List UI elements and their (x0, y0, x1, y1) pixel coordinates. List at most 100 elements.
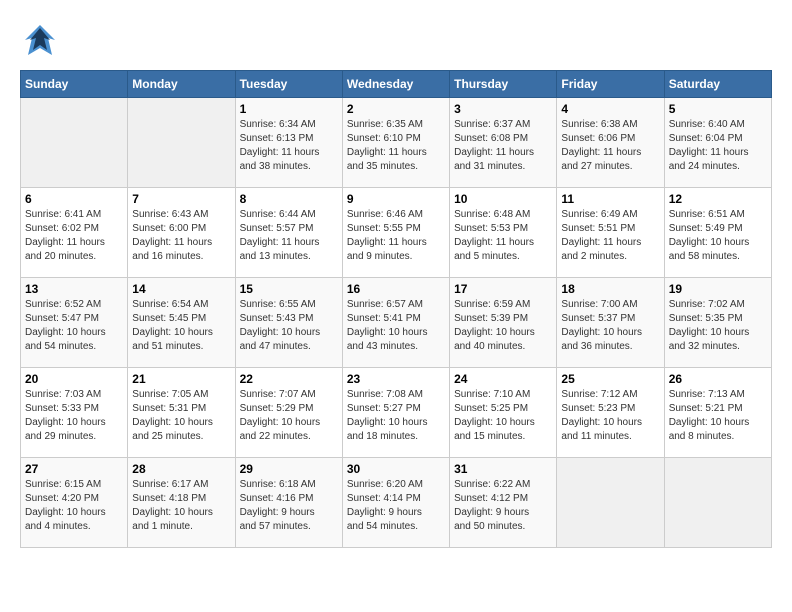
logo-icon (20, 20, 60, 60)
day-info: Sunrise: 6:38 AM Sunset: 6:06 PM Dayligh… (561, 118, 659, 174)
day-info: Sunrise: 7:10 AM Sunset: 5:25 PM Dayligh… (454, 388, 552, 444)
day-info: Sunrise: 6:59 AM Sunset: 5:39 PM Dayligh… (454, 298, 552, 354)
calendar-cell (21, 98, 128, 188)
day-number: 2 (347, 102, 445, 116)
day-number: 3 (454, 102, 552, 116)
calendar-cell: 11 Sunrise: 6:49 AM Sunset: 5:51 PM Dayli… (557, 188, 664, 278)
day-number: 21 (132, 372, 230, 386)
day-number: 19 (669, 282, 767, 296)
day-number: 22 (240, 372, 338, 386)
day-info: Sunrise: 6:48 AM Sunset: 5:53 PM Dayligh… (454, 208, 552, 264)
day-info: Sunrise: 6:15 AM Sunset: 4:20 PM Dayligh… (25, 478, 123, 534)
logo (20, 20, 62, 60)
day-number: 16 (347, 282, 445, 296)
day-info: Sunrise: 6:37 AM Sunset: 6:08 PM Dayligh… (454, 118, 552, 174)
day-info: Sunrise: 6:22 AM Sunset: 4:12 PM Dayligh… (454, 478, 552, 534)
day-info: Sunrise: 7:13 AM Sunset: 5:21 PM Dayligh… (669, 388, 767, 444)
calendar-cell: 23Sunrise: 7:08 AM Sunset: 5:27 PM Dayli… (342, 368, 449, 458)
calendar-cell: 15 Sunrise: 6:55 AM Sunset: 5:43 PM Dayli… (235, 278, 342, 368)
calendar-week-row: 27 Sunrise: 6:15 AM Sunset: 4:20 PM Dayli… (21, 458, 772, 548)
day-info: Sunrise: 6:46 AM Sunset: 5:55 PM Dayligh… (347, 208, 445, 264)
weekday-row: SundayMondayTuesdayWednesdayThursdayFrid… (21, 71, 772, 98)
day-number: 10 (454, 192, 552, 206)
calendar-body: 1Sunrise: 6:34 AM Sunset: 6:13 PM Daylig… (21, 98, 772, 548)
calendar-table: SundayMondayTuesdayWednesdayThursdayFrid… (20, 70, 772, 548)
day-info: Sunrise: 7:00 AM Sunset: 5:37 PM Dayligh… (561, 298, 659, 354)
calendar-week-row: 6 Sunrise: 6:41 AM Sunset: 6:02 PM Daylig… (21, 188, 772, 278)
calendar-cell (664, 458, 771, 548)
calendar-cell: 22 Sunrise: 7:07 AM Sunset: 5:29 PM Dayli… (235, 368, 342, 458)
calendar-header: SundayMondayTuesdayWednesdayThursdayFrid… (21, 71, 772, 98)
day-info: Sunrise: 6:51 AM Sunset: 5:49 PM Dayligh… (669, 208, 767, 264)
calendar-cell: 12 Sunrise: 6:51 AM Sunset: 5:49 PM Dayli… (664, 188, 771, 278)
calendar-cell: 10 Sunrise: 6:48 AM Sunset: 5:53 PM Dayli… (450, 188, 557, 278)
day-info: Sunrise: 6:44 AM Sunset: 5:57 PM Dayligh… (240, 208, 338, 264)
calendar-cell: 5Sunrise: 6:40 AM Sunset: 6:04 PM Daylig… (664, 98, 771, 188)
day-info: Sunrise: 6:43 AM Sunset: 6:00 PM Dayligh… (132, 208, 230, 264)
day-number: 6 (25, 192, 123, 206)
day-info: Sunrise: 6:17 AM Sunset: 4:18 PM Dayligh… (132, 478, 230, 534)
calendar-cell: 6 Sunrise: 6:41 AM Sunset: 6:02 PM Daylig… (21, 188, 128, 278)
day-number: 28 (132, 462, 230, 476)
calendar-cell: 29Sunrise: 6:18 AM Sunset: 4:16 PM Dayli… (235, 458, 342, 548)
calendar-cell: 26 Sunrise: 7:13 AM Sunset: 5:21 PM Dayli… (664, 368, 771, 458)
calendar-cell: 24 Sunrise: 7:10 AM Sunset: 5:25 PM Dayli… (450, 368, 557, 458)
day-number: 7 (132, 192, 230, 206)
day-info: Sunrise: 6:20 AM Sunset: 4:14 PM Dayligh… (347, 478, 445, 534)
day-number: 31 (454, 462, 552, 476)
weekday-header: Monday (128, 71, 235, 98)
calendar-week-row: 13Sunrise: 6:52 AM Sunset: 5:47 PM Dayli… (21, 278, 772, 368)
day-number: 27 (25, 462, 123, 476)
calendar-cell: 13Sunrise: 6:52 AM Sunset: 5:47 PM Dayli… (21, 278, 128, 368)
calendar-cell: 31 Sunrise: 6:22 AM Sunset: 4:12 PM Dayli… (450, 458, 557, 548)
day-number: 30 (347, 462, 445, 476)
calendar-week-row: 1Sunrise: 6:34 AM Sunset: 6:13 PM Daylig… (21, 98, 772, 188)
day-number: 14 (132, 282, 230, 296)
weekday-header: Friday (557, 71, 664, 98)
day-info: Sunrise: 7:07 AM Sunset: 5:29 PM Dayligh… (240, 388, 338, 444)
calendar-week-row: 20 Sunrise: 7:03 AM Sunset: 5:33 PM Dayli… (21, 368, 772, 458)
calendar-cell: 30 Sunrise: 6:20 AM Sunset: 4:14 PM Dayli… (342, 458, 449, 548)
calendar-cell: 17 Sunrise: 6:59 AM Sunset: 5:39 PM Dayli… (450, 278, 557, 368)
day-info: Sunrise: 6:41 AM Sunset: 6:02 PM Dayligh… (25, 208, 123, 264)
day-info: Sunrise: 6:52 AM Sunset: 5:47 PM Dayligh… (25, 298, 123, 354)
day-number: 25 (561, 372, 659, 386)
day-number: 12 (669, 192, 767, 206)
calendar-cell: 25 Sunrise: 7:12 AM Sunset: 5:23 PM Dayli… (557, 368, 664, 458)
day-info: Sunrise: 7:02 AM Sunset: 5:35 PM Dayligh… (669, 298, 767, 354)
day-number: 8 (240, 192, 338, 206)
weekday-header: Tuesday (235, 71, 342, 98)
calendar-cell: 7 Sunrise: 6:43 AM Sunset: 6:00 PM Daylig… (128, 188, 235, 278)
day-number: 24 (454, 372, 552, 386)
day-info: Sunrise: 6:57 AM Sunset: 5:41 PM Dayligh… (347, 298, 445, 354)
calendar-cell: 3 Sunrise: 6:37 AM Sunset: 6:08 PM Daylig… (450, 98, 557, 188)
day-info: Sunrise: 6:18 AM Sunset: 4:16 PM Dayligh… (240, 478, 338, 534)
day-number: 15 (240, 282, 338, 296)
day-number: 17 (454, 282, 552, 296)
day-number: 26 (669, 372, 767, 386)
day-number: 18 (561, 282, 659, 296)
day-info: Sunrise: 6:49 AM Sunset: 5:51 PM Dayligh… (561, 208, 659, 264)
calendar-cell: 8 Sunrise: 6:44 AM Sunset: 5:57 PM Daylig… (235, 188, 342, 278)
calendar-cell (128, 98, 235, 188)
day-number: 9 (347, 192, 445, 206)
calendar-cell: 4Sunrise: 6:38 AM Sunset: 6:06 PM Daylig… (557, 98, 664, 188)
day-info: Sunrise: 7:03 AM Sunset: 5:33 PM Dayligh… (25, 388, 123, 444)
weekday-header: Wednesday (342, 71, 449, 98)
day-info: Sunrise: 6:55 AM Sunset: 5:43 PM Dayligh… (240, 298, 338, 354)
day-info: Sunrise: 7:08 AM Sunset: 5:27 PM Dayligh… (347, 388, 445, 444)
calendar-cell: 20 Sunrise: 7:03 AM Sunset: 5:33 PM Dayli… (21, 368, 128, 458)
calendar-cell: 2 Sunrise: 6:35 AM Sunset: 6:10 PM Daylig… (342, 98, 449, 188)
calendar-cell: 9 Sunrise: 6:46 AM Sunset: 5:55 PM Daylig… (342, 188, 449, 278)
calendar-cell: 14Sunrise: 6:54 AM Sunset: 5:45 PM Dayli… (128, 278, 235, 368)
calendar-cell: 28 Sunrise: 6:17 AM Sunset: 4:18 PM Dayli… (128, 458, 235, 548)
calendar-cell: 19 Sunrise: 7:02 AM Sunset: 5:35 PM Dayli… (664, 278, 771, 368)
day-info: Sunrise: 6:40 AM Sunset: 6:04 PM Dayligh… (669, 118, 767, 174)
day-number: 11 (561, 192, 659, 206)
page-header (20, 20, 772, 60)
day-info: Sunrise: 6:35 AM Sunset: 6:10 PM Dayligh… (347, 118, 445, 174)
day-number: 20 (25, 372, 123, 386)
calendar-cell (557, 458, 664, 548)
day-info: Sunrise: 7:12 AM Sunset: 5:23 PM Dayligh… (561, 388, 659, 444)
day-number: 1 (240, 102, 338, 116)
